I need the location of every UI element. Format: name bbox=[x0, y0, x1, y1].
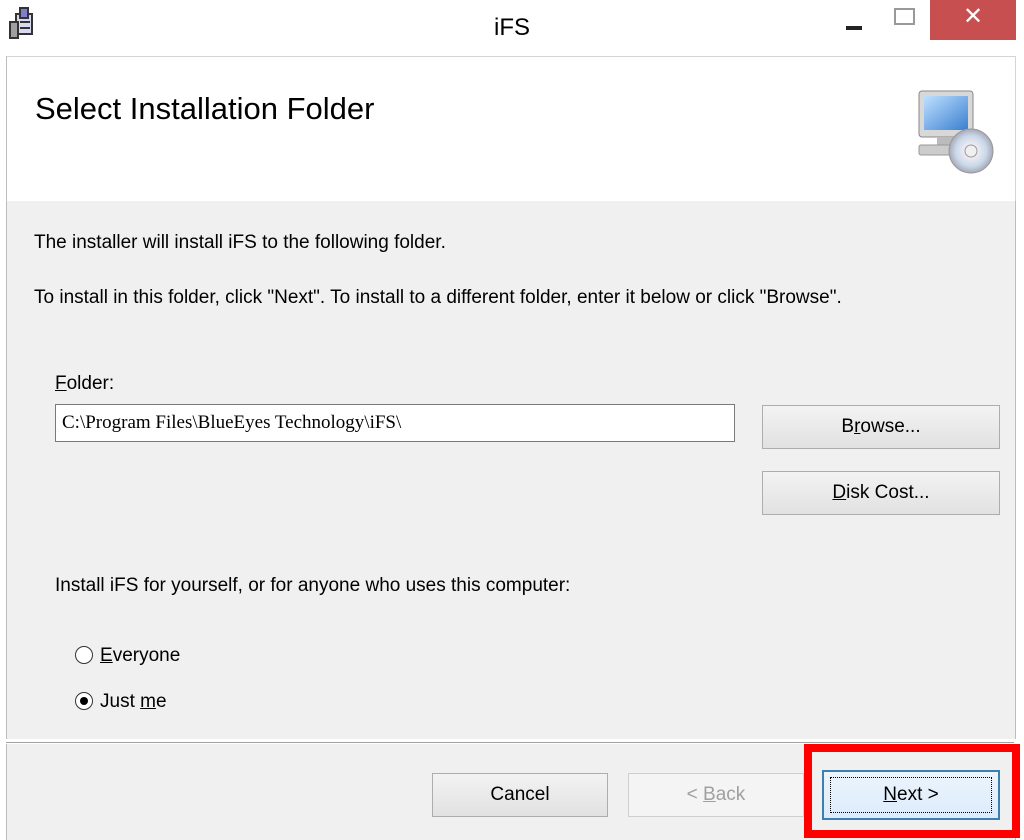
everyone-radio-label[interactable]: Everyone bbox=[100, 645, 180, 667]
title-bar: iFS ✕ bbox=[0, 0, 1024, 56]
disk-cost-button[interactable]: Disk Cost... bbox=[762, 471, 1000, 515]
close-button[interactable]: ✕ bbox=[930, 0, 1016, 40]
browse-button[interactable]: Browse... bbox=[762, 405, 1000, 449]
highlight-box bbox=[804, 744, 1020, 838]
intro-text: The installer will install iFS to the fo… bbox=[34, 232, 446, 253]
instruction-text: To install in this folder, click "Next".… bbox=[34, 287, 842, 308]
just-me-radio-label[interactable]: Just me bbox=[100, 691, 167, 713]
install-scope-prompt: Install iFS for yourself, or for anyone … bbox=[55, 575, 571, 596]
minimize-button[interactable] bbox=[830, 0, 880, 40]
back-button[interactable]: < Back bbox=[628, 773, 804, 817]
folder-path-input[interactable] bbox=[55, 404, 735, 442]
just-me-radio[interactable] bbox=[75, 692, 93, 710]
page-title: Select Installation Folder bbox=[35, 91, 375, 126]
everyone-radio[interactable] bbox=[75, 646, 93, 664]
folder-label: Folder: bbox=[55, 373, 115, 394]
close-icon: ✕ bbox=[962, 3, 984, 30]
header-banner: Select Installation Folder bbox=[6, 56, 1016, 202]
maximize-button[interactable] bbox=[884, 0, 924, 40]
computer-cd-icon bbox=[918, 90, 994, 174]
footer-separator bbox=[6, 742, 1014, 743]
cancel-button[interactable]: Cancel bbox=[432, 773, 608, 817]
